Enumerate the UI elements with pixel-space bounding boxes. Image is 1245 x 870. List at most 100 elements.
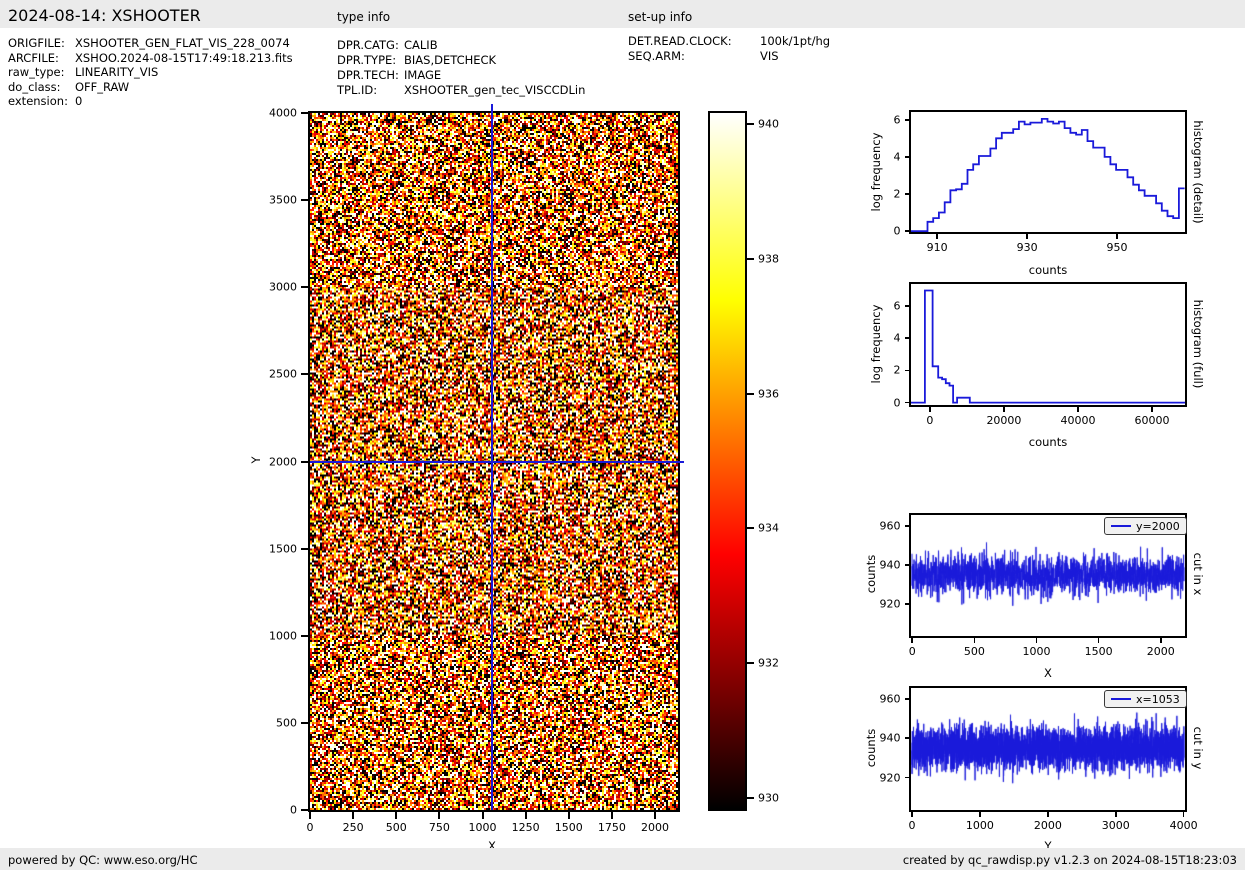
x-tick-label: 910 <box>927 241 948 254</box>
x-tick-label: 1000 <box>966 819 994 832</box>
crosshair-vertical-line <box>491 104 493 810</box>
y-tick-label: 4000 <box>269 107 297 120</box>
x-tick-label: 1500 <box>555 821 583 834</box>
x-tick-mark <box>568 812 570 819</box>
file-info-row: raw_type:LINEARITY_VIS <box>8 65 293 80</box>
y-tick-label: 920 <box>880 771 901 784</box>
footer-left-text: powered by QC: www.eso.org/HC <box>8 853 197 867</box>
field-value: 0 <box>75 94 82 109</box>
x-tick-label: 1000 <box>469 821 497 834</box>
field-label: ORIGFILE: <box>8 36 75 51</box>
x-tick-mark <box>974 638 976 643</box>
x-tick-mark <box>395 812 397 819</box>
colorbar-tick-mark <box>747 123 754 125</box>
y-tick-mark <box>905 337 910 339</box>
y-tick-mark <box>301 373 308 375</box>
x-tick-mark <box>482 812 484 819</box>
field-value: VIS <box>760 49 779 64</box>
y-tick-label: 4 <box>894 150 901 163</box>
page-title: 2024-08-14: XSHOOTER <box>8 6 201 25</box>
x-tick-mark <box>654 812 656 819</box>
x-tick-label: 1000 <box>1023 645 1051 658</box>
y-tick-label: 2 <box>894 187 901 200</box>
y-tick-mark <box>905 525 910 527</box>
x-tick-label: 950 <box>1107 241 1128 254</box>
x-tick-mark <box>1098 638 1100 643</box>
colorbar-tick-label: 938 <box>758 252 779 265</box>
histogram-detail-xlabel: counts <box>1029 263 1067 277</box>
main-plot-ylabel: Y <box>249 456 263 463</box>
x-tick-mark <box>911 812 913 817</box>
y-tick-label: 2000 <box>269 455 297 468</box>
field-label: raw_type: <box>8 65 75 80</box>
x-tick-mark <box>1116 234 1118 239</box>
x-tick-label: 930 <box>1017 241 1038 254</box>
x-tick-mark <box>1183 812 1185 817</box>
field-label: do_class: <box>8 80 75 95</box>
field-value: CALIB <box>404 38 438 53</box>
file-info-row: extension:0 <box>8 94 293 109</box>
x-tick-mark <box>911 638 913 643</box>
field-label: DPR.TYPE: <box>337 53 404 68</box>
legend-line-sample <box>1111 525 1131 527</box>
x-tick-label: 0 <box>909 645 916 658</box>
histogram-detail-curve <box>911 119 1185 231</box>
colorbar-tick-mark <box>747 258 754 260</box>
field-value: LINEARITY_VIS <box>75 65 158 80</box>
y-tick-label: 6 <box>894 113 901 126</box>
field-label: TPL.ID: <box>337 83 404 98</box>
y-tick-mark <box>301 286 308 288</box>
cut-in-x-ylabel: counts <box>864 555 878 593</box>
x-tick-label: 1750 <box>598 821 626 834</box>
y-tick-label: 940 <box>880 732 901 745</box>
y-tick-label: 0 <box>894 225 901 238</box>
y-tick-mark <box>905 737 910 739</box>
x-tick-label: 1500 <box>1085 645 1113 658</box>
x-tick-label: 2000 <box>1147 645 1175 658</box>
field-value: XSHOOTER_GEN_FLAT_VIS_228_0074 <box>75 36 290 51</box>
x-tick-label: 4000 <box>1170 819 1198 832</box>
footer-bar: powered by QC: www.eso.org/HC created by… <box>0 848 1245 870</box>
y-tick-label: 2 <box>894 364 901 377</box>
type-info-row: DPR.CATG:CALIB <box>337 38 585 53</box>
x-tick-label: 500 <box>386 821 407 834</box>
field-value: BIAS,DETCHECK <box>404 53 496 68</box>
type-info-block: DPR.CATG:CALIB DPR.TYPE:BIAS,DETCHECK DP… <box>337 38 585 98</box>
y-tick-mark <box>301 199 308 201</box>
y-tick-mark <box>905 402 910 404</box>
x-tick-mark <box>525 812 527 819</box>
y-tick-mark <box>301 461 308 463</box>
x-tick-label: 60000 <box>1135 414 1170 427</box>
field-label: DET.READ.CLOCK: <box>628 34 760 49</box>
field-value: OFF_RAW <box>75 80 129 95</box>
x-tick-mark <box>611 812 613 819</box>
y-tick-label: 920 <box>880 597 901 610</box>
x-tick-label: 0 <box>909 819 916 832</box>
x-tick-mark <box>1003 407 1005 412</box>
x-tick-label: 1250 <box>512 821 540 834</box>
field-label: DPR.TECH: <box>337 68 404 83</box>
y-tick-label: 960 <box>880 519 901 532</box>
x-tick-label: 500 <box>964 645 985 658</box>
x-tick-label: 0 <box>307 821 314 834</box>
y-tick-label: 1000 <box>269 629 297 642</box>
y-tick-mark <box>905 777 910 779</box>
field-value: XSHOO.2024-08-15T17:49:18.213.fits <box>75 51 293 66</box>
legend-label: x=1053 <box>1136 693 1180 706</box>
x-tick-label: 0 <box>926 414 933 427</box>
setup-info-row: SEQ.ARM:VIS <box>628 49 830 64</box>
colorbar-tick-mark <box>747 393 754 395</box>
x-tick-mark <box>1047 812 1049 817</box>
colorbar-tick-label: 936 <box>758 387 779 400</box>
colorbar-tick-label: 932 <box>758 657 779 670</box>
y-tick-mark <box>905 305 910 307</box>
setup-info-heading: set-up info <box>628 10 692 24</box>
type-info-row: DPR.TYPE:BIAS,DETCHECK <box>337 53 585 68</box>
file-info-row: ARCFILE:XSHOO.2024-08-15T17:49:18.213.fi… <box>8 51 293 66</box>
colorbar-tick-mark <box>747 797 754 799</box>
field-value: 100k/1pt/hg <box>760 34 830 49</box>
field-value: IMAGE <box>404 68 441 83</box>
colorbar-tick-mark <box>747 662 754 664</box>
histogram-full-curve <box>911 291 1185 403</box>
colorbar-tick-label: 934 <box>758 522 779 535</box>
